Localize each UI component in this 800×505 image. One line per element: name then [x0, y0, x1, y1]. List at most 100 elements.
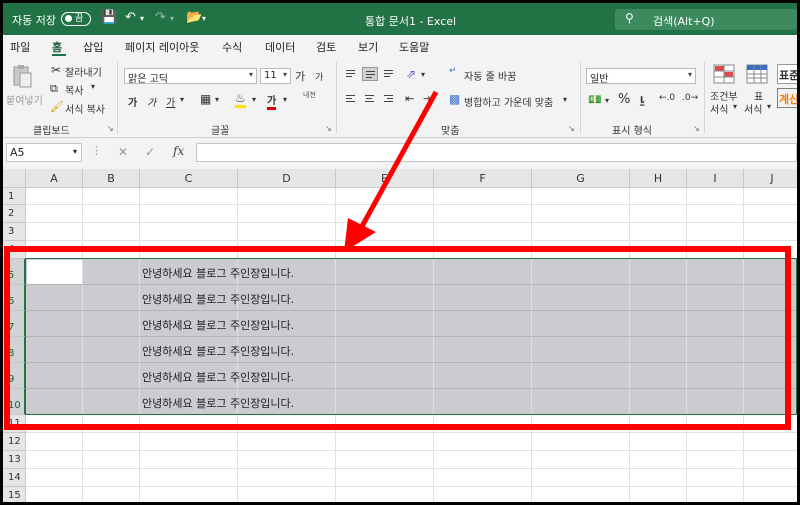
align-right-button[interactable] — [381, 92, 397, 106]
enter-icon[interactable]: ✓ — [145, 145, 155, 159]
format-table-label-2[interactable]: 서식 — [744, 101, 762, 116]
number-launcher-icon[interactable]: ↘ — [693, 124, 700, 133]
row-header[interactable]: 1 — [3, 188, 26, 205]
column-header[interactable]: J — [744, 169, 797, 188]
merge-center-button[interactable]: 병합하고 가운데 맞춤 — [464, 94, 553, 109]
increase-decimal-icon[interactable]: ←.0 — [659, 93, 675, 103]
format-painter-icon[interactable]: 🖌 — [50, 100, 64, 113]
formula-input[interactable] — [196, 143, 797, 162]
copy-icon[interactable]: ⧉ — [50, 82, 58, 96]
format-painter-label[interactable]: 서식 복사 — [65, 101, 105, 116]
row-header[interactable]: 12 — [3, 433, 26, 451]
percent-button[interactable]: % — [618, 92, 630, 107]
paste-icon[interactable] — [11, 64, 33, 88]
cancel-icon[interactable]: ✕ — [118, 145, 128, 159]
orientation-icon[interactable]: ⇗ — [406, 67, 416, 81]
tab-home[interactable]: 홈 — [52, 39, 62, 55]
fill-dropdown-icon[interactable]: ▾ — [252, 95, 256, 104]
tab-view[interactable]: 보기 — [358, 39, 378, 55]
row-header[interactable]: 13 — [3, 451, 26, 469]
italic-button[interactable]: 가 — [147, 94, 156, 109]
orientation-dropdown-icon[interactable]: ▾ — [421, 70, 425, 79]
decrease-decimal-icon[interactable]: .0→ — [682, 93, 698, 103]
column-header[interactable]: G — [532, 169, 630, 188]
number-format-select[interactable]: 일반 ▾ — [586, 68, 696, 85]
increase-indent-icon[interactable]: ⇥ — [423, 92, 432, 105]
font-name-select[interactable]: 맑은 고딕 ▾ — [124, 68, 257, 85]
tab-help[interactable]: 도움말 — [399, 39, 429, 55]
redo-dropdown-icon[interactable]: ▾ — [170, 14, 174, 23]
conditional-format-icon[interactable] — [713, 64, 735, 84]
fill-color-icon[interactable]: ♨ — [235, 91, 246, 108]
format-table-dropdown-icon[interactable]: ▾ — [767, 102, 771, 111]
grow-font-button[interactable]: 가 — [295, 68, 305, 84]
column-header[interactable]: D — [238, 169, 336, 188]
shrink-font-button[interactable]: 가 — [315, 70, 323, 83]
font-color-dropdown-icon[interactable]: ▾ — [283, 95, 287, 104]
tab-page-layout[interactable]: 페이지 레이아웃 — [125, 39, 199, 55]
search-box[interactable]: ⚲ 검색(Alt+Q) — [615, 9, 797, 30]
column-header[interactable]: F — [434, 169, 532, 188]
font-launcher-icon[interactable]: ↘ — [325, 124, 332, 133]
border-dropdown-icon[interactable]: ▾ — [215, 95, 219, 104]
customize-qat-icon[interactable]: ▾ — [202, 14, 206, 23]
format-table-icon[interactable] — [746, 64, 768, 84]
bold-button[interactable]: 가 — [128, 94, 137, 109]
merge-center-icon[interactable]: ▩ — [449, 92, 460, 106]
column-header[interactable]: I — [687, 169, 744, 188]
wrap-text-icon[interactable]: ↵ — [449, 66, 457, 76]
cut-label[interactable]: 잘라내기 — [65, 64, 102, 79]
style-normal-button[interactable]: 표준 — [777, 64, 797, 84]
align-middle-button[interactable] — [362, 67, 378, 81]
formula-bar-dots[interactable]: ⋮ — [91, 144, 102, 157]
autosave-toggle[interactable]: 끔 — [61, 12, 91, 26]
undo-icon[interactable]: ↶ — [125, 10, 136, 25]
name-box[interactable]: A5 ▾ — [6, 143, 82, 162]
alignment-launcher-icon[interactable]: ↘ — [568, 124, 575, 133]
row-header[interactable]: 14 — [3, 469, 26, 487]
merge-dropdown-icon[interactable]: ▾ — [563, 95, 567, 104]
column-header[interactable]: H — [630, 169, 687, 188]
align-bottom-button[interactable] — [381, 67, 397, 81]
tab-insert[interactable]: 삽입 — [83, 39, 103, 55]
tab-file[interactable]: 파일 — [10, 39, 30, 55]
style-calc-button[interactable]: 계산 — [777, 88, 797, 108]
decrease-indent-icon[interactable]: ⇤ — [405, 92, 414, 105]
tab-review[interactable]: 검토 — [316, 39, 336, 55]
conditional-format-label-2[interactable]: 서식 — [710, 101, 728, 116]
copy-dropdown-icon[interactable]: ▾ — [91, 82, 95, 91]
align-center-button[interactable] — [362, 92, 378, 106]
row-header[interactable]: 2 — [3, 205, 26, 223]
save-icon[interactable]: 💾 — [101, 10, 117, 25]
row-header[interactable]: 3 — [3, 223, 26, 241]
font-size-select[interactable]: 11 ▾ — [260, 68, 291, 84]
tab-data[interactable]: 데이터 — [265, 39, 295, 55]
align-top-button[interactable] — [343, 67, 359, 81]
cut-icon[interactable]: ✂ — [51, 63, 61, 77]
align-left-button[interactable] — [343, 92, 359, 106]
column-header[interactable]: B — [83, 169, 140, 188]
tab-formulas[interactable]: 수식 — [222, 39, 242, 55]
redo-icon[interactable]: ↷ — [155, 10, 166, 25]
insert-function-button[interactable]: fx — [173, 144, 184, 158]
comma-style-icon[interactable]: ⍸ — [638, 91, 646, 107]
font-color-button[interactable]: 가 — [267, 92, 277, 110]
open-folder-icon[interactable]: 📂 — [186, 10, 202, 25]
wrap-text-button[interactable]: 자동 줄 바꿈 — [464, 68, 516, 83]
undo-dropdown-icon[interactable]: ▾ — [140, 14, 144, 23]
underline-dropdown-icon[interactable]: ▾ — [180, 95, 184, 104]
phonetic-button[interactable]: 내천 — [303, 90, 316, 100]
column-header[interactable]: A — [26, 169, 83, 188]
copy-label[interactable]: 복사 — [65, 82, 83, 97]
accounting-format-icon[interactable]: 💵 — [588, 93, 602, 106]
underline-button[interactable]: 가 — [166, 94, 175, 109]
accounting-dropdown-icon[interactable]: ▾ — [605, 96, 609, 105]
column-header[interactable]: C — [140, 169, 238, 188]
conditional-dropdown-icon[interactable]: ▾ — [733, 102, 737, 111]
row-header[interactable]: 15 — [3, 487, 26, 502]
paste-label[interactable]: 붙여넣기 — [6, 92, 43, 107]
clipboard-launcher-icon[interactable]: ↘ — [107, 124, 114, 133]
select-all-button[interactable] — [3, 169, 26, 188]
border-icon[interactable]: ▦ — [200, 92, 211, 106]
column-header[interactable]: E — [336, 169, 434, 188]
